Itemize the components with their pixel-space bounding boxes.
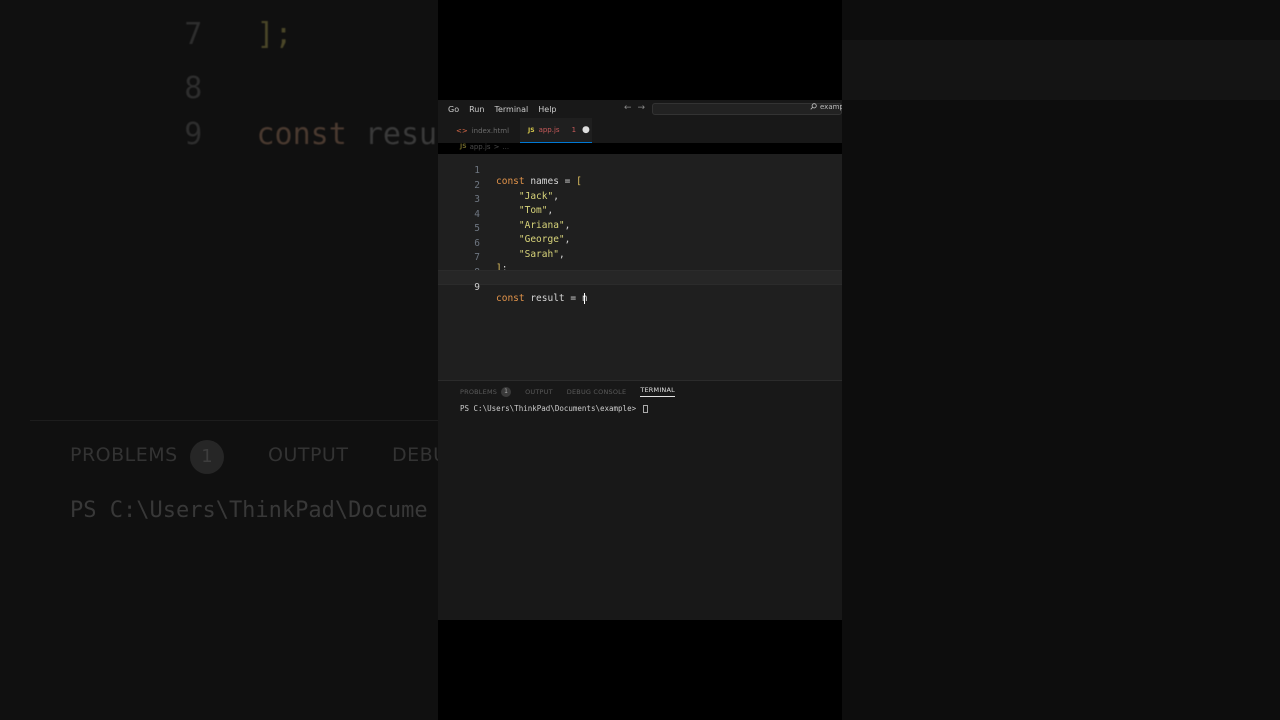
js-file-icon: JS (460, 143, 467, 150)
breadcrumb: JS app.js > ... (460, 143, 509, 151)
breadcrumb-separator: > (493, 143, 500, 151)
code-line: 3 "Tom", (438, 183, 842, 216)
code-line: 2 "Jack", (438, 169, 842, 202)
line-number: 9 (474, 282, 480, 293)
problems-badge: 1 (501, 386, 512, 397)
backdrop-code: ]; (256, 17, 293, 52)
backdrop-tab-output: OUTPUT (268, 444, 349, 466)
search-label: examp (810, 103, 842, 111)
terminal-cursor (642, 405, 648, 413)
tab-problem-count: 1 (571, 126, 577, 134)
code-line: 5 "George", (438, 212, 842, 245)
text-cursor (583, 293, 585, 304)
unsaved-dot-icon[interactable]: ● (582, 125, 590, 135)
backdrop-left: 7 ]; 8 9 const result = PROBLEMS 1 OUTPU… (0, 0, 438, 720)
editor-tabs: <> index.html JS app.js 1 ● (438, 118, 842, 143)
tab-index-html[interactable]: <> index.html (456, 118, 509, 143)
code-line-current: 9 const result = n (438, 270, 842, 304)
tab-problems[interactable]: PROBLEMS (460, 388, 497, 396)
code-line: 8 (438, 256, 842, 278)
menu-run[interactable]: Run (469, 105, 484, 114)
tab-terminal[interactable]: TERMINAL (640, 386, 675, 397)
identifier: result = (524, 293, 582, 304)
title-bar: Go Run Terminal Help ← → examp (438, 100, 842, 118)
tab-label: app.js (538, 126, 560, 134)
backdrop-problems-badge: 1 (190, 440, 224, 474)
search-icon (810, 103, 817, 110)
forward-arrow-icon[interactable]: → (638, 103, 646, 113)
menu-bar: Go Run Terminal Help (438, 105, 567, 114)
back-arrow-icon[interactable]: ← (624, 103, 632, 113)
code-line: 1 const names = [ (438, 154, 842, 187)
terminal-output[interactable]: PS C:\Users\ThinkPad\Documents\example> (460, 404, 648, 413)
code-line: 4 "Ariana", (438, 198, 842, 231)
backdrop-band (842, 40, 1280, 100)
code-line: 7 ]; (438, 241, 842, 274)
tab-label: index.html (471, 126, 510, 135)
letterbox-bottom (438, 620, 842, 720)
menu-terminal[interactable]: Terminal (494, 105, 528, 114)
menu-go[interactable]: Go (448, 105, 459, 114)
terminal-prompt: PS C:\Users\ThinkPad\Documents\example> (460, 404, 641, 413)
menu-help[interactable]: Help (538, 105, 556, 114)
backdrop-tab-debug: DEBU (392, 444, 438, 466)
tab-output[interactable]: OUTPUT (525, 388, 553, 396)
breadcrumb-file[interactable]: app.js (470, 143, 491, 151)
backdrop-line-number: 9 (184, 117, 203, 152)
code-editor[interactable]: 1 const names = [ 2 "Jack", 3 "Tom", 4 "… (438, 154, 842, 380)
search-text: examp (820, 103, 842, 111)
backdrop-keyword: const (256, 117, 347, 152)
code-line: 6 "Sarah", (438, 227, 842, 260)
backdrop-terminal: PS C:\Users\ThinkPad\Docume (70, 498, 428, 523)
backdrop-code: result = (364, 117, 438, 152)
bottom-panel: PROBLEMS 1 OUTPUT DEBUG CONSOLE TERMINAL… (438, 380, 842, 620)
backdrop-tab-problems: PROBLEMS (70, 444, 178, 466)
breadcrumb-more[interactable]: ... (502, 143, 509, 151)
backdrop-right (842, 0, 1280, 720)
tab-debug-console[interactable]: DEBUG CONSOLE (567, 388, 627, 396)
tab-app-js[interactable]: JS app.js 1 ● (520, 118, 592, 143)
keyword: const (496, 293, 525, 304)
backdrop-divider (30, 420, 438, 421)
html-file-icon: <> (456, 126, 468, 135)
editor-window: Go Run Terminal Help ← → examp <> index.… (438, 0, 842, 720)
panel-tabs: PROBLEMS 1 OUTPUT DEBUG CONSOLE TERMINAL (460, 386, 689, 397)
nav-arrows: ← → (624, 103, 645, 113)
js-file-icon: JS (528, 126, 535, 134)
